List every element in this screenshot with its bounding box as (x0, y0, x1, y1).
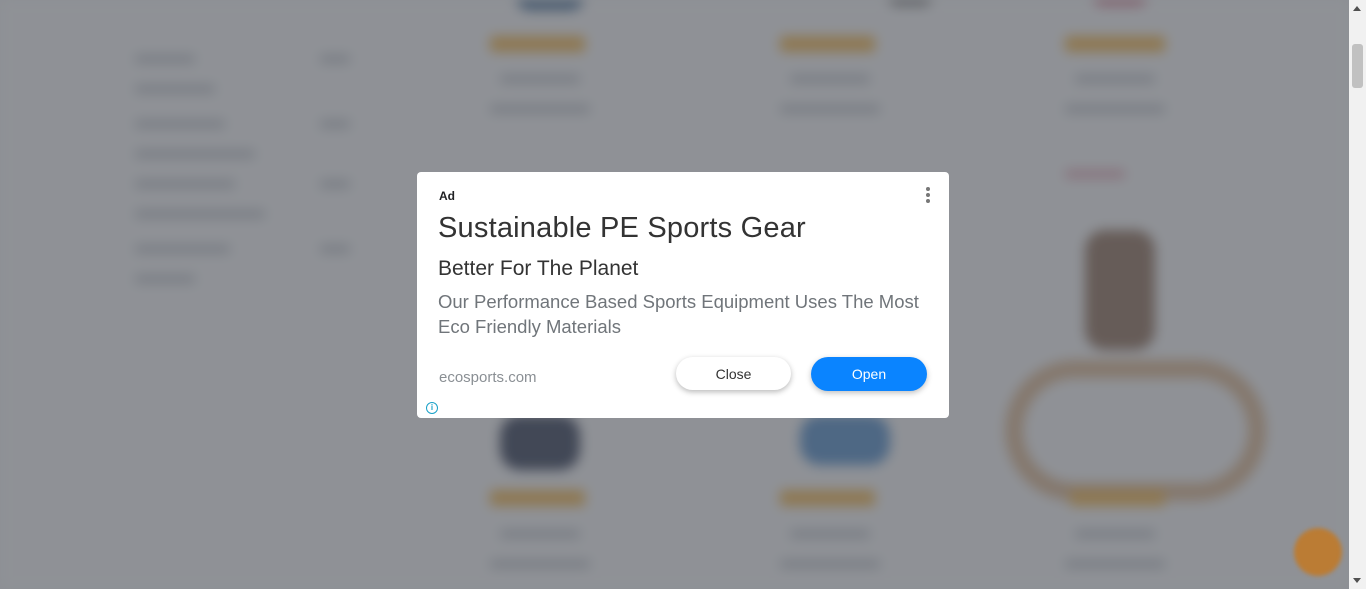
vertical-dots-icon[interactable] (923, 187, 933, 207)
vertical-scrollbar[interactable] (1349, 0, 1366, 589)
open-button[interactable]: Open (811, 357, 927, 391)
ad-subheadline: Better For The Planet (438, 257, 639, 280)
interstitial-ad-card: Ad Sustainable PE Sports Gear Better For… (417, 172, 949, 418)
ad-domain[interactable]: ecosports.com (439, 369, 537, 386)
info-circle-icon[interactable]: i (426, 402, 438, 414)
ad-headline[interactable]: Sustainable PE Sports Gear (438, 212, 806, 245)
scroll-down-arrow-icon[interactable] (1353, 578, 1361, 583)
floating-action-button (1294, 528, 1342, 576)
scroll-thumb[interactable] (1352, 44, 1363, 88)
ad-badge: Ad (439, 189, 455, 203)
close-button[interactable]: Close (676, 357, 791, 390)
ad-description: Our Performance Based Sports Equipment U… (438, 291, 919, 337)
scroll-up-arrow-icon[interactable] (1353, 6, 1361, 11)
